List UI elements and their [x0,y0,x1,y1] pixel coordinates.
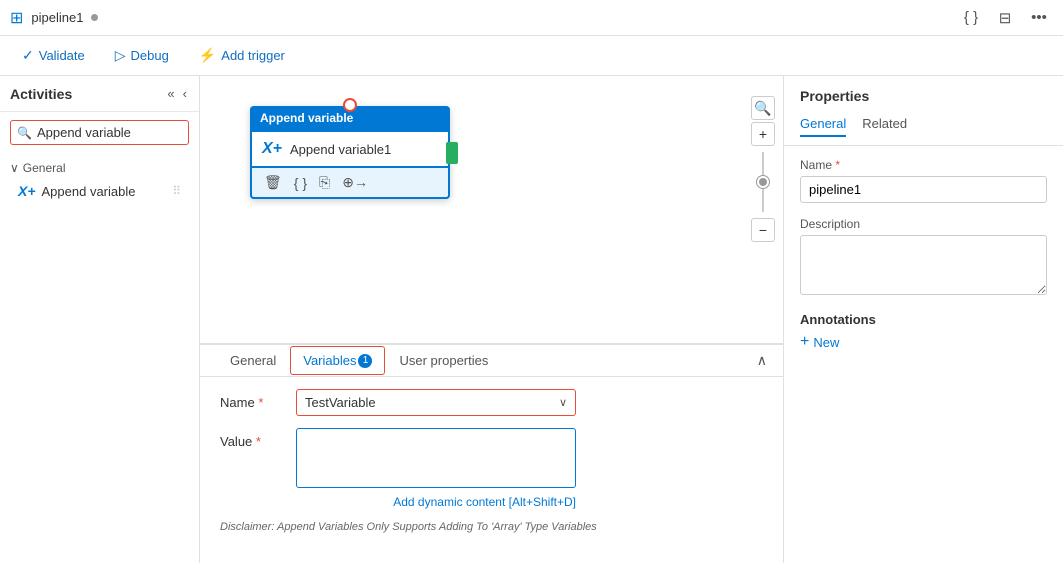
node-arrow-btn[interactable]: ⊕→ [340,172,370,193]
chevron-down-icon: ∨ [559,396,567,409]
main-layout: Activities « ‹ 🔍 Append variable ∨ Gener… [0,76,1063,563]
right-tab-general[interactable]: General [800,112,846,137]
right-description-group: Description [800,217,1047,298]
node-copy-btn[interactable]: ⎘ [317,172,332,193]
plus-icon: + [800,333,809,351]
top-bar: ⊞ pipeline1 { } ⊟ ••• [0,0,1063,36]
name-control-wrap: TestVariable ∨ [296,389,576,416]
pipeline-icon: ⊞ [10,8,23,28]
search-zoom-btn[interactable]: 🔍 [751,96,775,120]
validate-button[interactable]: ✓ Validate [16,43,91,68]
value-control-wrap: Add dynamic content [Alt+Shift+D] [296,428,576,509]
more-icon-btn[interactable]: ••• [1025,4,1053,32]
right-name-label: Name * [800,158,1047,172]
right-description-label: Description [800,217,1047,231]
add-trigger-button[interactable]: ⚡ Add trigger [193,43,291,68]
zoom-out-btn[interactable]: − [751,218,775,242]
bottom-content: Name * TestVariable ∨ Value * [200,377,783,563]
disclaimer-text: Disclaimer: Append Variables Only Suppor… [220,521,763,533]
sidebar-item-append-variable[interactable]: X+ Append variable ⠿ [10,179,189,203]
append-variable-icon: X+ [18,183,36,199]
value-textarea[interactable] [296,428,576,488]
right-name-input[interactable] [800,176,1047,203]
right-panel: Properties General Related Name * Descri… [783,76,1063,563]
zoom-slider-track [762,152,764,212]
monitor-icon-btn[interactable]: ⊟ [991,4,1019,32]
activity-node[interactable]: Append variable X+ Append variable1 🗑 { … [250,106,450,199]
name-required: * [258,395,263,410]
right-panel-tabs: General Related [800,112,1047,137]
right-tab-related[interactable]: Related [862,112,907,137]
annotations-section: Annotations + New [800,312,1047,351]
node-code-btn[interactable]: { } [292,173,309,193]
bottom-panel: General Variables1 User properties ∧ Nam… [200,343,783,563]
search-input[interactable]: Append variable [37,125,182,140]
drag-handle-icon: ⠿ [172,184,181,198]
form-row-value: Value * Add dynamic content [Alt+Shift+D… [220,428,763,509]
node-body: X+ Append variable1 [250,130,450,168]
node-delete-btn[interactable]: 🗑 [262,172,284,193]
sidebar: Activities « ‹ 🔍 Append variable ∨ Gener… [0,76,200,563]
sidebar-search-box: 🔍 Append variable [10,120,189,145]
right-panel-header: Properties General Related [784,76,1063,146]
node-body-label: Append variable1 [290,142,391,157]
value-label: Value * [220,428,280,449]
bottom-tabs: General Variables1 User properties ∧ [200,345,783,377]
trigger-icon: ⚡ [199,47,216,64]
code-icon-btn[interactable]: { } [957,4,985,32]
tab-variables[interactable]: Variables1 [291,347,384,375]
node-right-connector [446,142,458,164]
chevron-down-icon: ∨ [10,161,19,175]
top-bar-icons: { } ⊟ ••• [957,4,1053,32]
tab-general[interactable]: General [216,345,290,376]
sidebar-collapse-btn2[interactable]: ‹ [181,84,189,103]
debug-button[interactable]: ▷ Debug [109,43,175,68]
pipeline-title: pipeline1 [31,10,83,25]
unsaved-dot [91,14,98,21]
sidebar-section-header[interactable]: ∨ General [10,157,189,179]
right-description-textarea[interactable] [800,235,1047,295]
name-select[interactable]: TestVariable ∨ [296,389,576,416]
canvas-wrapper: Append variable X+ Append variable1 🗑 { … [200,76,783,563]
right-panel-title: Properties [800,88,1047,104]
tab-variables-badge: 1 [358,354,372,368]
canvas-workspace[interactable]: Append variable X+ Append variable1 🗑 { … [200,76,783,343]
right-panel-body: Name * Description Annotations + New [784,146,1063,563]
sidebar-section-general: ∨ General X+ Append variable ⠿ [0,153,199,207]
right-name-required: * [835,158,840,172]
sidebar-collapse-btn[interactable]: « [165,84,176,103]
zoom-controls: 🔍 + − [751,96,775,242]
node-actions: 🗑 { } ⎘ ⊕→ [250,168,450,199]
bottom-panel-collapse-btn[interactable]: ∧ [757,352,767,369]
zoom-in-btn[interactable]: + [751,122,775,146]
search-icon: 🔍 [17,126,32,140]
sidebar-title: Activities [10,86,161,102]
tab-user-properties[interactable]: User properties [385,345,502,376]
value-required: * [256,434,261,449]
annotations-label: Annotations [800,312,1047,327]
node-top-connector [343,98,357,112]
tab-variables-wrap: Variables1 [290,346,385,376]
sidebar-header: Activities « ‹ [0,76,199,112]
form-row-name: Name * TestVariable ∨ [220,389,763,416]
name-label: Name * [220,389,280,410]
dynamic-content-link[interactable]: Add dynamic content [Alt+Shift+D] [296,495,576,509]
node-body-icon: X+ [262,140,282,158]
right-name-group: Name * [800,158,1047,203]
validate-icon: ✓ [22,47,34,64]
debug-icon: ▷ [115,47,126,64]
zoom-slider-thumb[interactable] [757,176,769,188]
add-new-annotation-btn[interactable]: + New [800,333,839,351]
toolbar: ✓ Validate ▷ Debug ⚡ Add trigger [0,36,1063,76]
